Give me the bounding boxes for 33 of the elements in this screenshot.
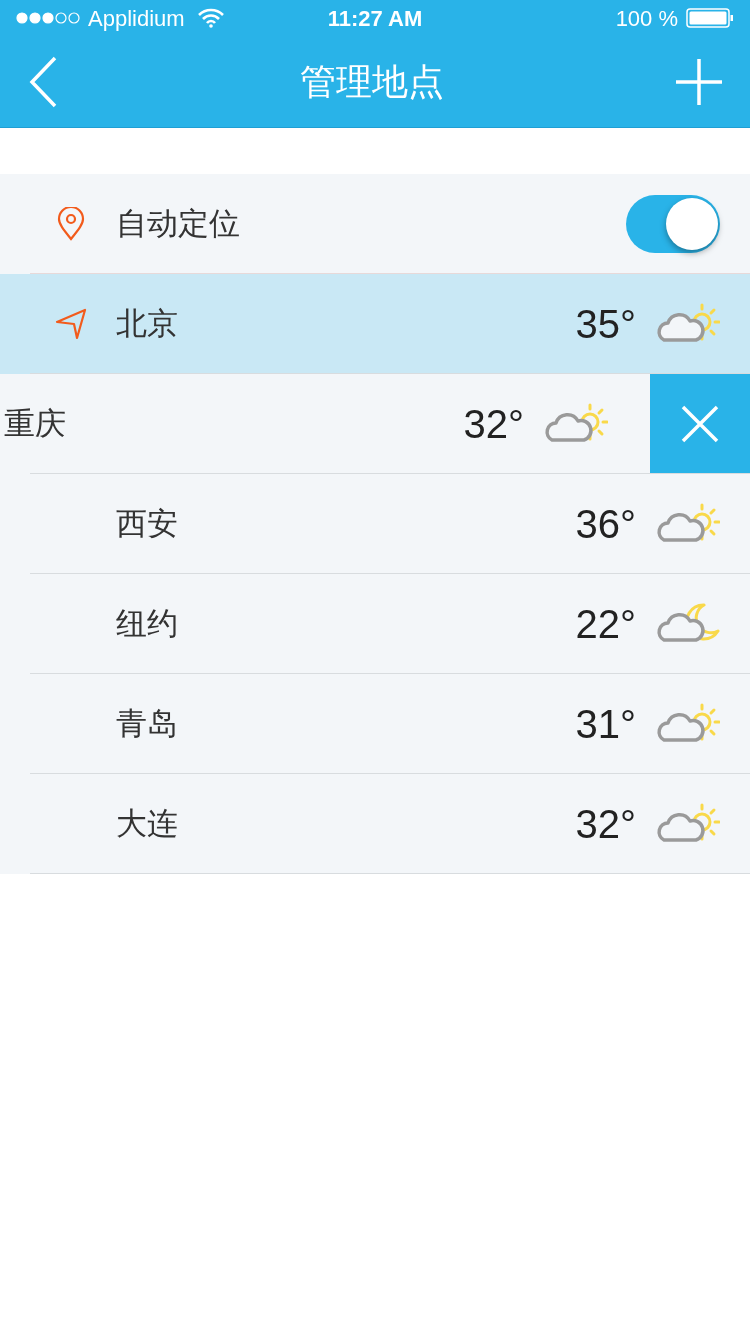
city-row[interactable]: 青岛 31° xyxy=(0,674,750,774)
auto-locate-toggle[interactable] xyxy=(626,195,720,253)
wifi-icon xyxy=(197,8,224,28)
carrier-name: Applidium xyxy=(88,4,185,33)
city-name: 纽约 xyxy=(116,604,178,643)
location-pin-icon xyxy=(57,207,85,241)
close-icon xyxy=(681,405,719,443)
city-row[interactable]: 重庆 32° xyxy=(0,374,750,474)
add-button[interactable] xyxy=(676,59,722,105)
city-name: 西安 xyxy=(116,504,178,543)
city-name: 北京 xyxy=(116,304,178,343)
temperature: 31° xyxy=(575,704,636,744)
city-name: 重庆 xyxy=(4,404,66,443)
city-name: 青岛 xyxy=(116,704,178,743)
signal-icon xyxy=(16,12,81,24)
city-row[interactable]: 西安 36° xyxy=(0,474,750,574)
clock-time: 11:27 AM xyxy=(327,4,423,33)
city-row[interactable]: 大连 32° xyxy=(0,774,750,874)
battery-percent: 100 % xyxy=(615,4,678,33)
auto-locate-label: 自动定位 xyxy=(116,204,241,243)
delete-button[interactable] xyxy=(650,374,750,474)
back-icon xyxy=(28,56,58,108)
battery-icon xyxy=(686,8,734,28)
city-name: 大连 xyxy=(116,804,178,843)
temperature: 32° xyxy=(463,404,524,444)
page-title: 管理地点 xyxy=(300,60,444,104)
add-icon xyxy=(676,59,722,105)
temperature: 22° xyxy=(575,604,636,644)
city-row[interactable]: 北京 35° xyxy=(0,274,750,374)
city-row[interactable]: 纽约 22° xyxy=(0,574,750,674)
temperature: 35° xyxy=(575,304,636,344)
temperature: 32° xyxy=(575,804,636,844)
temperature: 36° xyxy=(575,504,636,544)
